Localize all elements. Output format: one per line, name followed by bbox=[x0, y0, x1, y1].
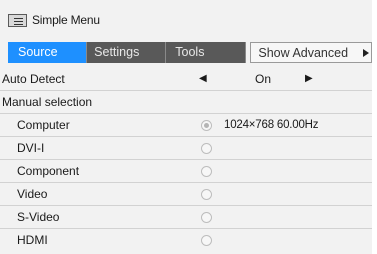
menu-window: Simple Menu Source Settings Tools Show A… bbox=[0, 0, 372, 254]
tab-source[interactable]: Source bbox=[8, 42, 88, 63]
title-bar: Simple Menu bbox=[8, 11, 100, 29]
source-radio[interactable] bbox=[201, 189, 212, 200]
source-label: HDMI bbox=[17, 233, 48, 247]
tab-bar: Source Settings Tools Show Advanced bbox=[8, 42, 372, 63]
tab-tools[interactable]: Tools bbox=[166, 42, 247, 63]
source-label: Computer bbox=[17, 118, 70, 132]
source-row-hdmi[interactable]: HDMI bbox=[0, 229, 372, 252]
arrow-left-icon[interactable]: ◀ bbox=[199, 68, 207, 90]
arrow-right-icon[interactable]: ▶ bbox=[305, 68, 313, 90]
menu-icon bbox=[8, 13, 27, 27]
source-label: Video bbox=[17, 187, 48, 201]
show-advanced-button[interactable]: Show Advanced bbox=[250, 42, 372, 63]
source-row-video[interactable]: Video bbox=[0, 183, 372, 206]
source-row-component[interactable]: Component bbox=[0, 160, 372, 183]
chevron-right-icon bbox=[362, 49, 369, 57]
source-row-computer[interactable]: Computer 1024×768 60.00Hz bbox=[0, 114, 372, 137]
manual-selection-row: Manual selection bbox=[0, 91, 372, 114]
source-label: S-Video bbox=[17, 210, 60, 224]
show-advanced-label: Show Advanced bbox=[258, 46, 349, 60]
source-radio[interactable] bbox=[201, 120, 212, 131]
source-row-dvi-i[interactable]: DVI-I bbox=[0, 137, 372, 160]
auto-detect-value: On bbox=[255, 72, 272, 86]
source-label: DVI-I bbox=[17, 141, 45, 155]
manual-selection-label: Manual selection bbox=[2, 95, 93, 109]
source-radio[interactable] bbox=[201, 143, 212, 154]
source-radio[interactable] bbox=[201, 166, 212, 177]
auto-detect-row[interactable]: Auto Detect ◀ On ▶ bbox=[0, 68, 372, 91]
source-radio[interactable] bbox=[201, 212, 212, 223]
signal-info: 1024×768 60.00Hz bbox=[224, 119, 319, 131]
source-label: Component bbox=[17, 164, 80, 178]
menu-title: Simple Menu bbox=[32, 13, 100, 27]
source-row-s-video[interactable]: S-Video bbox=[0, 206, 372, 229]
tab-settings[interactable]: Settings bbox=[87, 42, 167, 63]
source-list: Auto Detect ◀ On ▶ Manual selection Comp… bbox=[0, 68, 372, 252]
auto-detect-label: Auto Detect bbox=[2, 72, 65, 86]
source-radio[interactable] bbox=[201, 235, 212, 246]
